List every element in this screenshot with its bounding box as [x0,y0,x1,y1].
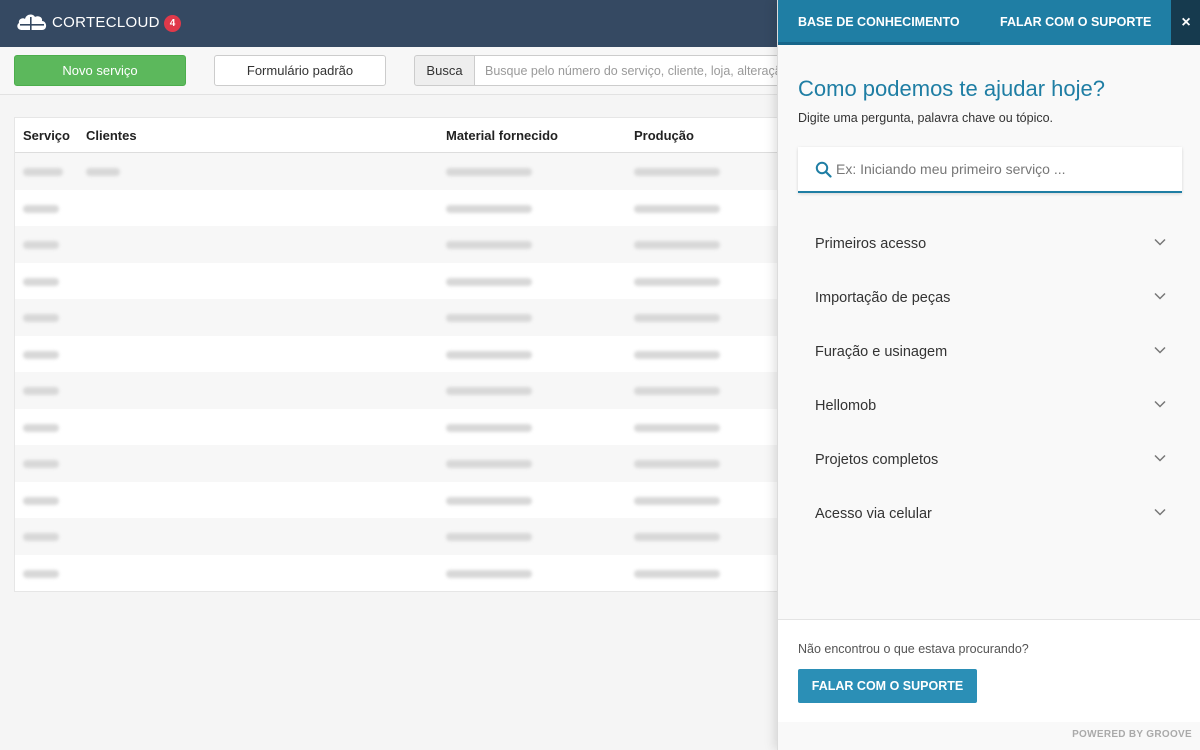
column-header-servico[interactable]: Serviço [23,128,70,143]
column-header-material[interactable]: Material fornecido [446,128,558,143]
redacted-cell [23,569,59,578]
redacted-cell [634,460,720,468]
redacted-cell [23,387,59,395]
redacted-cell [23,423,59,432]
redacted-cell [23,350,59,359]
redacted-cell [23,460,59,468]
close-panel-button[interactable]: × [1171,0,1200,45]
table-body [15,153,813,591]
help-title: Como podemos te ajudar hoje? [798,76,1105,101]
redacted-cell [634,277,720,286]
service-search-input[interactable] [475,55,814,86]
redacted-cell [634,569,720,578]
redacted-cell [23,277,59,286]
table-row[interactable] [15,409,813,446]
table-row[interactable] [15,299,813,336]
help-category-item[interactable]: Hellomob [798,386,1182,426]
redacted-cell [446,204,532,213]
redacted-cell [446,168,532,176]
knowledge-search [798,147,1182,193]
chevron-down-icon [1154,508,1166,516]
redacted-cell [86,168,120,176]
help-category-label: Primeiros acesso [815,236,927,252]
redacted-cell [23,314,59,322]
redacted-cell [446,350,532,359]
table-row[interactable] [15,555,813,592]
table-row[interactable] [15,190,813,227]
contact-support-button[interactable]: FALAR COM O SUPORTE [798,669,977,703]
help-category-label: Furação e usinagem [815,344,948,360]
column-header-clientes[interactable]: Clientes [86,128,137,143]
redacted-cell [446,314,532,322]
app-name: CORTECLOUD [52,13,160,31]
redacted-cell [446,241,532,249]
table-row[interactable] [15,153,813,190]
redacted-cell [446,460,532,468]
help-category-item[interactable]: Acesso via celular [798,494,1182,534]
chevron-down-icon [1154,292,1166,300]
help-category-label: Importação de peças [815,290,951,306]
new-service-button[interactable]: Novo serviço [14,55,186,86]
table-row[interactable] [15,482,813,519]
column-header-producao[interactable]: Produção [634,128,694,143]
redacted-cell [23,204,59,213]
knowledge-search-input[interactable] [836,147,1166,191]
help-category-item[interactable]: Primeiros acesso [798,224,1182,264]
redacted-cell [23,496,59,505]
help-category-label: Hellomob [815,398,877,414]
table-row[interactable] [15,336,813,373]
chevron-down-icon [1154,238,1166,246]
help-panel: BASE DE CONHECIMENTO FALAR COM O SUPORTE… [777,0,1200,750]
search-addon-label: Busca [414,55,475,86]
close-icon: × [1181,14,1191,31]
search-icon [815,161,832,178]
redacted-cell [446,569,532,578]
service-search: Busca [414,55,814,86]
redacted-cell [446,277,532,286]
notification-badge[interactable]: 4 [164,15,181,32]
redacted-cell [634,204,720,213]
redacted-cell [446,423,532,432]
redacted-cell [446,387,532,395]
redacted-cell [23,168,63,176]
redacted-cell [634,350,720,359]
tab-contact-support[interactable]: FALAR COM O SUPORTE [1000,0,1151,45]
footer-question: Não encontrou o que estava procurando? [798,642,1029,656]
redacted-cell [23,241,59,249]
help-category-item[interactable]: Projetos completos [798,440,1182,480]
help-category-label: Projetos completos [815,452,939,468]
chevron-down-icon [1154,400,1166,408]
redacted-cell [446,496,532,505]
redacted-cell [23,533,59,541]
redacted-cell [446,533,532,541]
table-row[interactable] [15,226,813,263]
table-row[interactable] [15,372,813,409]
help-subtitle: Digite uma pergunta, palavra chave ou tó… [798,111,1054,125]
redacted-cell [634,314,720,322]
help-footer: Não encontrou o que estava procurando? F… [778,619,1200,722]
services-table: Serviço Clientes Material fornecido Prod… [14,117,814,592]
table-header: Serviço Clientes Material fornecido Prod… [15,118,813,153]
redacted-cell [634,496,720,505]
table-row[interactable] [15,518,813,555]
tab-knowledge-base[interactable]: BASE DE CONHECIMENTO [778,0,980,45]
chevron-down-icon [1154,346,1166,354]
table-row[interactable] [15,263,813,300]
help-panel-tabs: BASE DE CONHECIMENTO FALAR COM O SUPORTE… [778,0,1200,45]
help-category-label: Acesso via celular [815,506,932,522]
redacted-cell [634,168,720,176]
redacted-cell [634,423,720,432]
app-logo[interactable]: CORTECLOUD [16,13,160,31]
help-category-item[interactable]: Importação de peças [798,278,1182,318]
chevron-down-icon [1154,454,1166,462]
redacted-cell [634,241,720,249]
default-form-button[interactable]: Formulário padrão [214,55,386,86]
help-category-item[interactable]: Furação e usinagem [798,332,1182,372]
redacted-cell [634,387,720,395]
powered-by-label: POWERED BY GROOVE [1072,729,1192,740]
cloud-icon [17,14,47,30]
redacted-cell [634,533,720,541]
table-row[interactable] [15,445,813,482]
